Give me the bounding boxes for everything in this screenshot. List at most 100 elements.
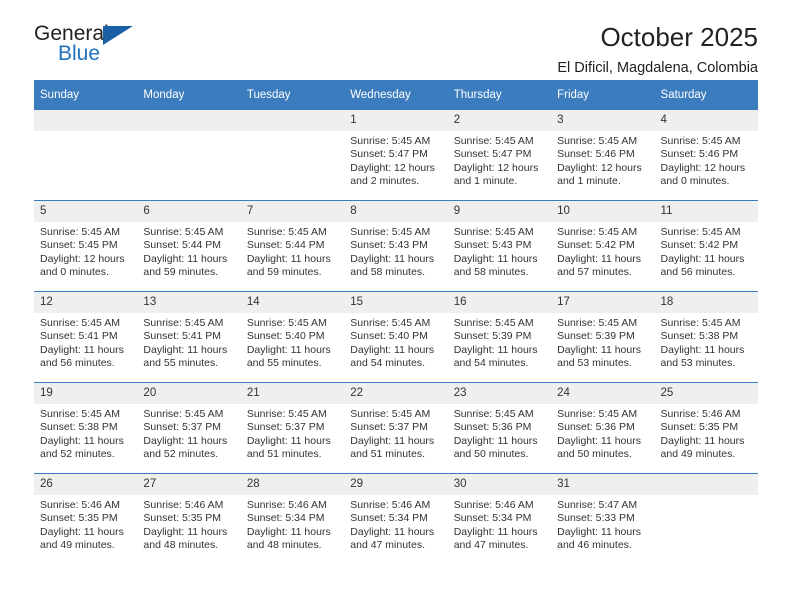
sunrise-text: Sunrise: 5:46 AM — [453, 499, 534, 511]
daylight-text: Daylight: 11 hours and 58 minutes. — [453, 252, 538, 279]
daylight-text: Daylight: 11 hours and 52 minutes. — [143, 434, 228, 461]
sunset-text: Sunset: 5:44 PM — [246, 239, 325, 252]
calendar-day-cell[interactable]: 18 Sunrise: 5:45 AM Sunset: 5:38 PM Dayligh… — [654, 291, 758, 383]
day-number: 11 — [654, 201, 758, 222]
day-info: Sunrise: 5:45 AM Sunset: 5:44 PM Daylight:… — [241, 222, 344, 280]
sunrise-text: Sunrise: 5:45 AM — [557, 317, 638, 329]
daylight-text: Daylight: 11 hours and 46 minutes. — [557, 525, 641, 552]
calendar-day-cell[interactable]: 16 Sunrise: 5:45 AM Sunset: 5:39 PM Dayligh… — [447, 291, 552, 383]
day-number: 15 — [344, 292, 448, 313]
sunset-text: Sunset: 5:34 PM — [453, 512, 532, 525]
sunrise-text: Sunrise: 5:45 AM — [40, 317, 120, 329]
calendar-day-cell[interactable]: 28 Sunrise: 5:46 AM Sunset: 5:34 PM Dayligh… — [240, 473, 345, 564]
calendar-day-cell[interactable]: 24 Sunrise: 5:45 AM Sunset: 5:36 PM Dayligh… — [551, 382, 655, 474]
sunrise-text: Sunrise: 5:46 AM — [660, 408, 741, 420]
day-number: 21 — [240, 383, 345, 404]
day-number — [137, 110, 241, 131]
calendar-day-cell[interactable]: 23 Sunrise: 5:45 AM Sunset: 5:36 PM Dayligh… — [447, 382, 552, 474]
sunset-text: Sunset: 5:45 PM — [40, 239, 118, 252]
sunrise-text: Sunrise: 5:45 AM — [246, 408, 327, 420]
calendar-day-cell[interactable]: 20 Sunrise: 5:45 AM Sunset: 5:37 PM Dayligh… — [137, 382, 241, 474]
sunset-text: Sunset: 5:43 PM — [453, 239, 532, 252]
calendar-day-cell[interactable]: 22 Sunrise: 5:45 AM Sunset: 5:37 PM Dayligh… — [344, 382, 448, 474]
calendar-day-cell[interactable]: 8 Sunrise: 5:45 AM Sunset: 5:43 PM Daylight… — [344, 200, 448, 292]
calendar-day-cell[interactable]: 10 Sunrise: 5:45 AM Sunset: 5:42 PM Dayligh… — [551, 200, 655, 292]
calendar-day-cell[interactable]: 27 Sunrise: 5:46 AM Sunset: 5:35 PM Dayligh… — [137, 473, 241, 564]
day-info: Sunrise: 5:45 AM Sunset: 5:36 PM Daylight:… — [551, 404, 654, 462]
sunset-text: Sunset: 5:36 PM — [557, 421, 635, 434]
calendar-day-cell[interactable]: 5 Sunrise: 5:45 AM Sunset: 5:45 PM Daylight… — [34, 200, 138, 292]
sunset-text: Sunset: 5:43 PM — [350, 239, 428, 252]
daylight-text: Daylight: 11 hours and 49 minutes. — [660, 434, 745, 461]
calendar-day-cell[interactable]: 11 Sunrise: 5:45 AM Sunset: 5:42 PM Dayligh… — [654, 200, 758, 292]
sunrise-text: Sunrise: 5:45 AM — [40, 408, 120, 420]
calendar-day-cell[interactable]: 31 Sunrise: 5:47 AM Sunset: 5:33 PM Dayligh… — [551, 473, 655, 564]
calendar-week-row: 19 Sunrise: 5:45 AM Sunset: 5:38 PM Dayligh… — [34, 382, 758, 474]
calendar-day-cell[interactable]: 15 Sunrise: 5:45 AM Sunset: 5:40 PM Dayligh… — [344, 291, 448, 383]
day-info: Sunrise: 5:45 AM Sunset: 5:42 PM Daylight:… — [655, 222, 758, 280]
day-info: Sunrise: 5:46 AM Sunset: 5:34 PM Daylight:… — [241, 495, 344, 553]
day-number: 13 — [137, 292, 241, 313]
calendar-day-cell[interactable]: 13 Sunrise: 5:45 AM Sunset: 5:41 PM Dayligh… — [137, 291, 241, 383]
calendar-day-cell[interactable]: 17 Sunrise: 5:45 AM Sunset: 5:39 PM Dayligh… — [551, 291, 655, 383]
sunset-text: Sunset: 5:37 PM — [143, 421, 222, 434]
day-number: 28 — [240, 474, 345, 495]
sunset-text: Sunset: 5:35 PM — [40, 512, 118, 525]
calendar-day-cell[interactable]: 9 Sunrise: 5:45 AM Sunset: 5:43 PM Daylight… — [447, 200, 552, 292]
calendar-day-cell[interactable]: 1 Sunrise: 5:45 AM Sunset: 5:47 PM Daylight… — [344, 110, 448, 201]
day-number: 7 — [240, 201, 345, 222]
day-info: Sunrise: 5:45 AM Sunset: 5:41 PM Daylight:… — [137, 313, 240, 371]
calendar-day-cell[interactable]: 6 Sunrise: 5:45 AM Sunset: 5:44 PM Daylight… — [137, 200, 241, 292]
daylight-text: Daylight: 11 hours and 56 minutes. — [660, 252, 745, 279]
daylight-text: Daylight: 11 hours and 57 minutes. — [557, 252, 641, 279]
day-number: 9 — [447, 201, 552, 222]
calendar-day-cell[interactable]: 3 Sunrise: 5:45 AM Sunset: 5:46 PM Daylight… — [551, 110, 655, 201]
daylight-text: Daylight: 12 hours and 1 minute. — [453, 161, 539, 188]
calendar-day-cell[interactable]: 2 Sunrise: 5:45 AM Sunset: 5:47 PM Daylight… — [447, 110, 552, 201]
sunset-text: Sunset: 5:40 PM — [246, 330, 325, 343]
calendar-day-cell[interactable]: 14 Sunrise: 5:45 AM Sunset: 5:40 PM Dayligh… — [240, 291, 345, 383]
calendar-day-cell[interactable]: 26 Sunrise: 5:46 AM Sunset: 5:35 PM Dayligh… — [34, 473, 138, 564]
daylight-text: Daylight: 11 hours and 51 minutes. — [350, 434, 435, 461]
page-header: General Blue October 2025 El Dificil, Ma… — [34, 0, 758, 76]
sunrise-text: Sunrise: 5:45 AM — [453, 408, 534, 420]
sunrise-text: Sunrise: 5:45 AM — [557, 408, 638, 420]
weekday-header-wednesday: Wednesday — [344, 80, 448, 110]
calendar-day-cell-empty — [654, 473, 758, 564]
daylight-text: Daylight: 12 hours and 0 minutes. — [660, 161, 746, 188]
sunset-text: Sunset: 5:42 PM — [557, 239, 635, 252]
calendar-week-row: 26 Sunrise: 5:46 AM Sunset: 5:35 PM Dayligh… — [34, 473, 758, 564]
day-info: Sunrise: 5:45 AM Sunset: 5:46 PM Daylight:… — [551, 131, 654, 189]
day-info: Sunrise: 5:45 AM Sunset: 5:36 PM Daylight:… — [448, 404, 551, 462]
sunrise-text: Sunrise: 5:46 AM — [350, 499, 431, 511]
daylight-text: Daylight: 11 hours and 50 minutes. — [453, 434, 538, 461]
calendar-day-cell[interactable]: 21 Sunrise: 5:45 AM Sunset: 5:37 PM Dayligh… — [240, 382, 345, 474]
sunset-text: Sunset: 5:41 PM — [143, 330, 222, 343]
calendar-day-cell[interactable]: 29 Sunrise: 5:46 AM Sunset: 5:34 PM Dayligh… — [344, 473, 448, 564]
calendar-day-cell[interactable]: 7 Sunrise: 5:45 AM Sunset: 5:44 PM Daylight… — [240, 200, 345, 292]
calendar-body: 1 Sunrise: 5:45 AM Sunset: 5:47 PM Daylight… — [34, 110, 758, 564]
day-info: Sunrise: 5:45 AM Sunset: 5:40 PM Daylight:… — [241, 313, 344, 371]
calendar-page: General Blue October 2025 El Dificil, Ma… — [0, 0, 792, 612]
daylight-text: Daylight: 11 hours and 49 minutes. — [40, 525, 124, 552]
day-number: 6 — [137, 201, 241, 222]
day-info: Sunrise: 5:47 AM Sunset: 5:33 PM Daylight:… — [551, 495, 654, 553]
day-number: 3 — [551, 110, 655, 131]
day-info: Sunrise: 5:46 AM Sunset: 5:35 PM Daylight:… — [655, 404, 758, 462]
sunset-text: Sunset: 5:35 PM — [143, 512, 222, 525]
day-number: 24 — [551, 383, 655, 404]
calendar-day-cell[interactable]: 12 Sunrise: 5:45 AM Sunset: 5:41 PM Dayligh… — [34, 291, 138, 383]
calendar-day-cell[interactable]: 30 Sunrise: 5:46 AM Sunset: 5:34 PM Dayligh… — [447, 473, 552, 564]
sunrise-text: Sunrise: 5:46 AM — [246, 499, 327, 511]
general-blue-logo[interactable]: General Blue — [34, 22, 154, 70]
day-number: 25 — [654, 383, 758, 404]
sunset-text: Sunset: 5:34 PM — [246, 512, 325, 525]
sunset-text: Sunset: 5:46 PM — [557, 148, 635, 161]
calendar-day-cell[interactable]: 19 Sunrise: 5:45 AM Sunset: 5:38 PM Dayligh… — [34, 382, 138, 474]
logo-text-blue: Blue — [58, 42, 101, 65]
calendar-day-cell[interactable]: 4 Sunrise: 5:45 AM Sunset: 5:46 PM Daylight… — [654, 110, 758, 201]
weekday-header-monday: Monday — [137, 80, 241, 110]
daylight-text: Daylight: 11 hours and 47 minutes. — [453, 525, 538, 552]
sunrise-text: Sunrise: 5:45 AM — [660, 135, 741, 147]
calendar-day-cell[interactable]: 25 Sunrise: 5:46 AM Sunset: 5:35 PM Dayligh… — [654, 382, 758, 474]
